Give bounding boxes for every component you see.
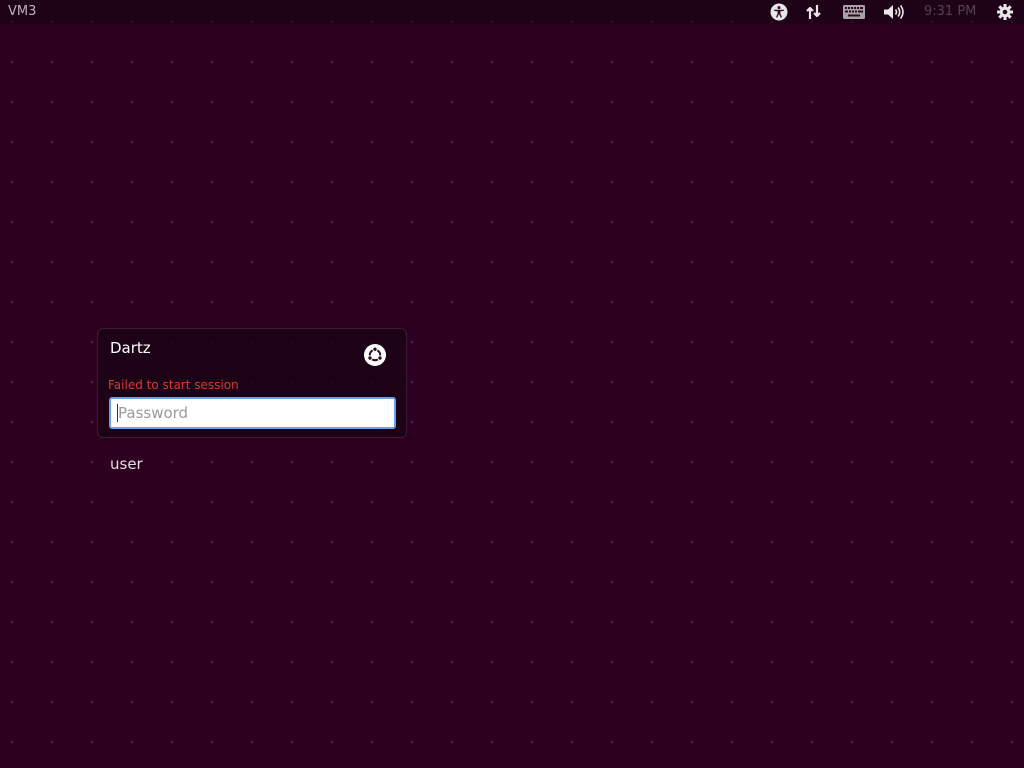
volume-icon[interactable] — [882, 2, 906, 22]
login-box: Dartz Failed to start session — [97, 328, 407, 438]
keyboard-icon[interactable] — [841, 2, 867, 22]
selected-user-name[interactable]: Dartz — [110, 339, 151, 357]
network-icon[interactable] — [804, 2, 824, 22]
error-message: Failed to start session — [108, 378, 239, 392]
ubuntu-session-icon[interactable] — [364, 344, 386, 366]
password-input[interactable] — [109, 397, 396, 429]
hostname-label: VM3 — [8, 4, 37, 19]
clock[interactable]: 9:31 PM — [924, 4, 976, 20]
top-panel: VM3 9:31 PM — [0, 0, 1024, 24]
text-caret — [117, 404, 118, 422]
accessibility-icon[interactable] — [768, 2, 790, 22]
power-gear-icon[interactable] — [995, 2, 1015, 22]
user-list-item[interactable]: user — [110, 455, 143, 473]
